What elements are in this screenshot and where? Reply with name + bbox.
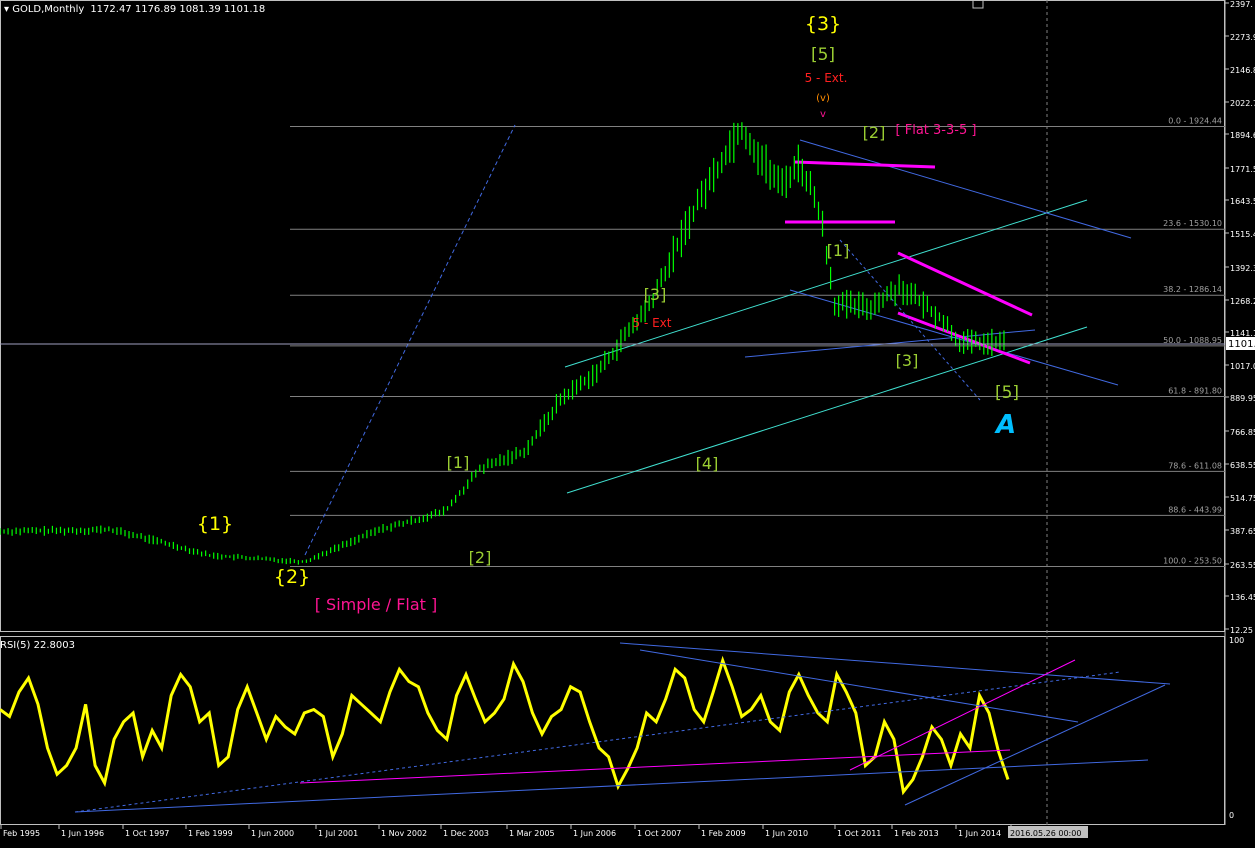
rsi-tick-label: 0 bbox=[1229, 811, 1234, 820]
flat-top-line bbox=[794, 160, 936, 169]
window-control[interactable] bbox=[972, 0, 984, 9]
wave-label: {3} bbox=[805, 13, 841, 35]
price-tick-label: 1268.25 bbox=[1230, 297, 1255, 306]
current-price-tag: 1101. bbox=[1228, 339, 1255, 350]
wave-label: [ Simple / Flat ] bbox=[315, 595, 438, 614]
wave-label: [ Flat 3-3-5 ] bbox=[896, 123, 977, 138]
time-tick-label: 1 Oct 2007 bbox=[637, 829, 681, 838]
wave-label: [1] bbox=[827, 241, 850, 260]
time-tick-label: 1 Feb 1999 bbox=[188, 829, 233, 838]
price-tick-label: 1894.65 bbox=[1230, 131, 1255, 140]
wave-label: [3] bbox=[644, 285, 667, 304]
price-tick-label: 889.95 bbox=[1230, 394, 1255, 403]
price-tick-label: 12.25 bbox=[1230, 626, 1253, 635]
wedge-top-line bbox=[897, 251, 1033, 317]
wave-label: A bbox=[994, 410, 1016, 440]
rsi-header: RSI(5) 22.8003 bbox=[0, 640, 75, 651]
wave-label: [5] bbox=[995, 383, 1019, 403]
time-tick-label: 1 Jun 2010 bbox=[765, 829, 808, 838]
fib-level-label: 38.2 - 1286.14 bbox=[1163, 285, 1222, 294]
time-tick-label: 1 Mar 2005 bbox=[509, 829, 555, 838]
price-tick-label: 1515.45 bbox=[1230, 230, 1255, 239]
price-tick-label: 1771.55 bbox=[1230, 165, 1255, 174]
wave-label: [4] bbox=[696, 454, 719, 473]
wave-label: v bbox=[820, 109, 826, 120]
time-tick-label: 1 Oct 2011 bbox=[837, 829, 881, 838]
rsi-line bbox=[0, 655, 1010, 796]
time-tick-label: 1 Nov 2002 bbox=[381, 829, 427, 838]
symbol-label: GOLD,Monthly bbox=[12, 4, 84, 15]
fib-level-label: 0.0 - 1924.44 bbox=[1168, 117, 1222, 126]
price-tick-label: 766.85 bbox=[1230, 428, 1255, 437]
rsi-resistance-line bbox=[619, 642, 1171, 685]
wave-label: [3] bbox=[896, 351, 919, 370]
fib-level-label: 23.6 - 1530.10 bbox=[1163, 219, 1222, 228]
price-tick-label: 638.55 bbox=[1230, 461, 1255, 470]
price-tick-label: 1643.55 bbox=[1230, 197, 1255, 206]
upper-channel bbox=[564, 199, 1088, 368]
time-tick-label: 1 Oct 1997 bbox=[125, 829, 169, 838]
dotted-projection bbox=[839, 239, 981, 401]
time-tick-label: 1 Dec 2003 bbox=[443, 829, 489, 838]
wave-label: [1] bbox=[447, 453, 470, 472]
time-tick-label: 1 Jul 2001 bbox=[318, 829, 358, 838]
fib-level-label: 78.6 - 611.08 bbox=[1168, 461, 1222, 470]
rsi-tick-label: 100 bbox=[1229, 636, 1244, 645]
wave-label: {2} bbox=[274, 566, 310, 588]
fib-level-label: 61.8 - 891.80 bbox=[1168, 387, 1222, 396]
price-tick-label: 2397. bbox=[1230, 0, 1253, 9]
time-tick-label: Feb 1995 bbox=[3, 829, 40, 838]
price-tick-label: 2273.95 bbox=[1230, 33, 1255, 42]
panel-separator bbox=[0, 632, 1255, 636]
fib-level-label: 100.0 - 253.50 bbox=[1163, 557, 1222, 566]
wave-label: {1} bbox=[197, 513, 233, 535]
wave-label: 5 - Ext bbox=[633, 316, 672, 330]
price-tick-label: 136.45 bbox=[1230, 593, 1255, 602]
chart-header: ▾ GOLD,Monthly 1172.47 1176.89 1081.39 11… bbox=[4, 4, 265, 15]
rsi-magenta-line bbox=[299, 749, 1011, 784]
gold-monthly-chart[interactable]: 0.0 - 1924.44 23.6 - 1530.10 38.2 - 1286.1… bbox=[0, 0, 1255, 844]
price-tick-label: 514.75 bbox=[1230, 494, 1255, 503]
price-tick-label: 387.65 bbox=[1230, 527, 1255, 536]
time-cursor-tag: 2016.05.26 00:00 bbox=[1010, 829, 1081, 838]
rsi-wedge-top bbox=[849, 659, 1076, 771]
ohlc-values: 1172.47 1176.89 1081.39 1101.18 bbox=[90, 4, 265, 15]
price-tick-label: 1392.35 bbox=[1230, 264, 1255, 273]
wave-label: (v) bbox=[816, 93, 830, 104]
price-tick-label: 2022.75 bbox=[1230, 99, 1255, 108]
wave-label: 5 - Ext. bbox=[805, 71, 848, 85]
time-tick-label: 1 Feb 2013 bbox=[894, 829, 939, 838]
price-tick-label: 263.55 bbox=[1230, 561, 1255, 570]
wave-label: [2] bbox=[863, 123, 886, 142]
wave-label: [2] bbox=[469, 548, 492, 567]
wave-label: [5] bbox=[811, 45, 835, 65]
rsi-panel-frame bbox=[0, 636, 1225, 825]
time-tick-label: 1 Jun 2000 bbox=[251, 829, 294, 838]
time-tick-label: 1 Jun 2006 bbox=[573, 829, 616, 838]
price-tick-label: 1141.15 bbox=[1230, 329, 1255, 338]
header-arrow: ▾ bbox=[4, 4, 12, 15]
price-tick-label: 2146.85 bbox=[1230, 66, 1255, 75]
price-panel-frame bbox=[0, 0, 1225, 632]
price-tick-label: 1017.05 bbox=[1230, 362, 1255, 371]
time-tick-label: 1 Jun 2014 bbox=[958, 829, 1001, 838]
wave-1-channel bbox=[304, 124, 516, 556]
time-tick-label: 1 Jun 1996 bbox=[61, 829, 104, 838]
fib-level-label: 88.6 - 443.99 bbox=[1168, 505, 1222, 514]
time-tick-label: 1 Feb 2009 bbox=[701, 829, 746, 838]
